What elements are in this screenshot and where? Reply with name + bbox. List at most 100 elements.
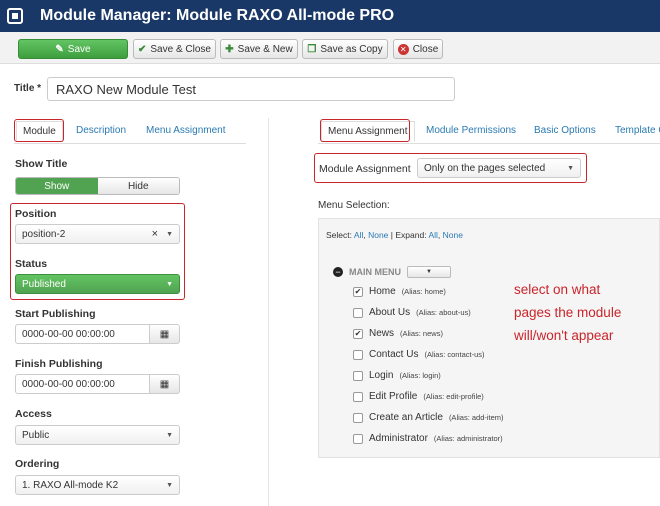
menu-item-checkbox[interactable] — [353, 370, 363, 381]
menu-item-name: About Us — [369, 307, 411, 318]
column-divider — [268, 118, 269, 506]
expand-none-link[interactable]: None — [443, 230, 463, 240]
right-tab-divider — [318, 143, 660, 144]
main-menu-header: − MAIN MENU ▼ — [333, 266, 451, 278]
menu-item[interactable]: ✔ News (Alias: news) — [353, 328, 443, 339]
main-menu-label: MAIN MENU — [349, 267, 401, 277]
menu-item[interactable]: Login (Alias: login) — [353, 370, 441, 381]
menu-item-alias: (Alias: add-item) — [448, 413, 504, 422]
check-icon: ✔ — [138, 43, 147, 55]
close-button[interactable]: ✕ Close — [393, 39, 443, 59]
menu-item-alias: (Alias: about-us) — [416, 308, 471, 317]
save-close-label: Save & Close — [150, 43, 211, 55]
joomla-logo-icon — [0, 0, 30, 32]
page-title: Module Manager: Module RAXO All-mode PRO — [40, 7, 395, 24]
annotation-line-2: pages the module — [514, 305, 622, 320]
ordering-label: Ordering — [15, 458, 60, 470]
menu-item-checkbox[interactable]: ✔ — [353, 286, 363, 297]
save-new-button[interactable]: ✚ Save & New — [220, 39, 298, 59]
show-title-toggle: Show Hide — [15, 177, 180, 195]
left-tab-divider — [14, 143, 246, 144]
highlight-box-module-tab — [14, 119, 64, 142]
menu-item[interactable]: Create an Article (Alias: add-item) — [353, 412, 504, 423]
chevron-down-icon: ▼ — [166, 230, 173, 238]
access-select[interactable]: Public ▼ — [15, 425, 180, 445]
menu-item-name: Administrator — [369, 433, 428, 444]
chevron-down-icon: ▼ — [166, 481, 173, 489]
close-label: Close — [412, 43, 439, 55]
status-select[interactable]: Published ▼ — [15, 274, 180, 294]
close-icon: ✕ — [397, 43, 409, 55]
save-button[interactable]: ✎ Save — [18, 39, 128, 59]
menu-item-checkbox[interactable] — [353, 412, 363, 423]
menu-item-name: Edit Profile — [369, 391, 418, 402]
show-button[interactable]: Show — [16, 178, 98, 194]
finish-publishing-label: Finish Publishing — [15, 358, 103, 370]
start-publishing-input[interactable]: 0000-00-00 00:00:00 — [15, 324, 150, 344]
menu-item-alias: (Alias: edit-profile) — [423, 392, 484, 401]
menu-item-checkbox[interactable] — [353, 307, 363, 318]
select-none-link[interactable]: None — [368, 230, 388, 240]
menu-item-checkbox[interactable] — [353, 433, 363, 444]
edit-icon: ✎ — [55, 43, 64, 55]
menu-item-alias: (Alias: news) — [400, 329, 443, 338]
ordering-select[interactable]: 1. RAXO All-mode K2 ▼ — [15, 475, 180, 495]
toolbar: ✎ Save ✔ Save & Close ✚ Save & New ❐ Sav… — [0, 32, 660, 64]
access-value: Public — [22, 429, 50, 441]
tab-template-options[interactable]: Template O — [615, 125, 660, 136]
menu-item-name: News — [369, 328, 395, 339]
module-assignment-select[interactable]: Only on the pages selected ▼ — [417, 158, 581, 178]
save-close-button[interactable]: ✔ Save & Close — [133, 39, 216, 59]
header-bar: Module Manager: Module RAXO All-mode PRO — [0, 0, 660, 32]
tab-basic-options[interactable]: Basic Options — [534, 125, 596, 136]
menu-item-checkbox[interactable]: ✔ — [353, 328, 363, 339]
module-assignment-value: Only on the pages selected — [424, 162, 546, 174]
calendar-icon[interactable]: ▦ — [150, 324, 180, 344]
menu-item[interactable]: Contact Us (Alias: contact-us) — [353, 349, 485, 360]
annotation-line-1: select on what — [514, 282, 601, 297]
menu-item[interactable]: ✔ Home (Alias: home) — [353, 286, 446, 297]
menu-selection-label: Menu Selection: — [318, 200, 390, 211]
menu-item-checkbox[interactable] — [353, 349, 363, 360]
hide-button[interactable]: Hide — [97, 178, 179, 194]
status-value: Published — [22, 278, 66, 290]
menu-item-name: Home — [369, 286, 396, 297]
status-label: Status — [15, 258, 48, 270]
tab-module-permissions[interactable]: Module Permissions — [426, 125, 516, 136]
select-all-link[interactable]: All — [354, 230, 363, 240]
position-select[interactable]: position-2 × ▼ — [15, 224, 180, 244]
menu-item[interactable]: Administrator (Alias: administrator) — [353, 433, 503, 444]
menu-options-dropdown[interactable]: ▼ — [407, 266, 451, 278]
save-label: Save — [67, 43, 91, 55]
chevron-down-icon: ▼ — [166, 280, 173, 288]
menu-item-checkbox[interactable] — [353, 391, 363, 402]
tab-description[interactable]: Description — [76, 125, 126, 136]
module-assignment-label: Module Assignment — [319, 163, 411, 175]
collapse-icon[interactable]: − — [333, 267, 343, 277]
menu-item-name: Contact Us — [369, 349, 419, 360]
chevron-down-icon: ▼ — [166, 431, 173, 439]
plus-icon: ✚ — [225, 43, 234, 55]
menu-item-alias: (Alias: login) — [399, 371, 441, 380]
menu-item-alias: (Alias: contact-us) — [424, 350, 485, 359]
tab-menu-assignment-left[interactable]: Menu Assignment — [146, 125, 226, 136]
save-copy-label: Save as Copy — [320, 43, 383, 55]
annotation-line-3: will/won't appear — [514, 328, 614, 343]
calendar-icon[interactable]: ▦ — [150, 374, 180, 394]
title-input[interactable] — [47, 77, 455, 101]
menu-item-name: Create an Article — [369, 412, 443, 423]
highlight-box-menu-assignment-tab — [320, 119, 410, 142]
save-copy-button[interactable]: ❐ Save as Copy — [302, 39, 388, 59]
menu-item[interactable]: About Us (Alias: about-us) — [353, 307, 471, 318]
chevron-down-icon: ▼ — [567, 164, 574, 172]
menu-item[interactable]: Edit Profile (Alias: edit-profile) — [353, 391, 484, 402]
select-label: Select: — [326, 230, 352, 240]
select-expand-links: Select: All, None | Expand: All, None — [326, 230, 463, 240]
position-value: position-2 — [22, 228, 66, 240]
menu-item-alias: (Alias: administrator) — [433, 434, 503, 443]
clear-icon[interactable]: × — [152, 228, 158, 240]
start-publishing-label: Start Publishing — [15, 308, 96, 320]
expand-all-link[interactable]: All — [428, 230, 437, 240]
finish-publishing-input[interactable]: 0000-00-00 00:00:00 — [15, 374, 150, 394]
show-title-label: Show Title — [15, 158, 68, 170]
